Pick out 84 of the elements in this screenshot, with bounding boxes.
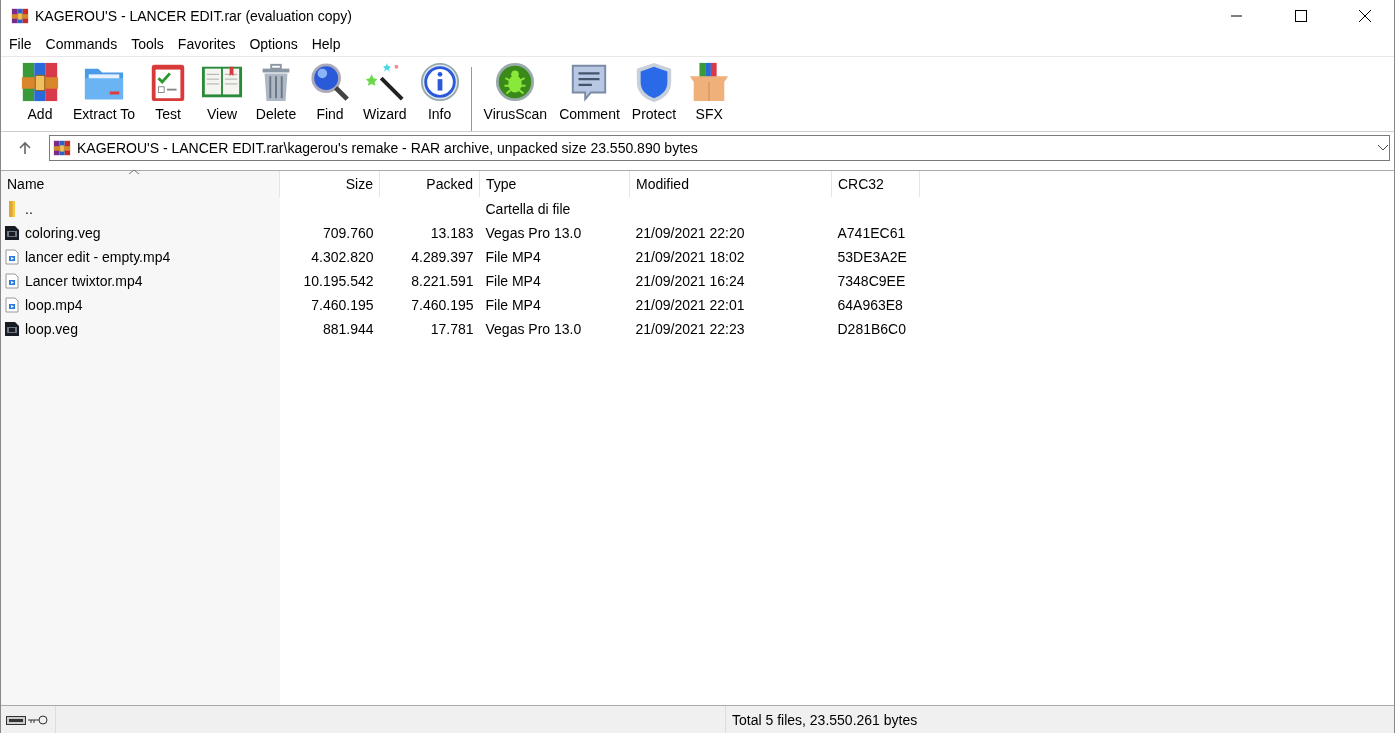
toolbar-button[interactable]: Wizard <box>357 61 413 122</box>
file-row[interactable]: Lancer twixtor.mp4 10.195.542 8.221.591 File MP4 21/09/2021 16:24 7348C9EE <box>1 269 920 293</box>
table-cell: Vegas Pro 13.0 <box>485 321 582 337</box>
table-cell: File MP4 <box>485 297 541 313</box>
column-header[interactable]: Name <box>1 171 280 197</box>
toolbar-button[interactable]: Extract To <box>67 61 141 122</box>
column-header[interactable]: Packed <box>379 171 480 197</box>
table-cell: 64A963E8 <box>837 297 903 313</box>
info-icon <box>418 61 461 103</box>
menu-item[interactable]: Favorites <box>170 36 243 52</box>
menu-item[interactable]: File <box>2 36 39 52</box>
table-cell: 13.183 <box>430 225 474 241</box>
table-cell: 4.289.397 <box>411 249 474 265</box>
film-file-icon <box>4 321 20 337</box>
box-books-icon <box>688 61 731 103</box>
maximize-icon <box>1295 10 1307 22</box>
table-cell: 7.460.195 <box>411 297 474 313</box>
toolbar-button[interactable]: Comment <box>553 61 626 122</box>
key-icon <box>28 713 48 726</box>
bug-icon <box>494 61 537 103</box>
table-cell: 21/09/2021 18:02 <box>635 249 745 265</box>
toolbar-button[interactable]: Info <box>412 61 467 122</box>
magnifier-icon <box>309 61 351 103</box>
table-cell: 21/09/2021 22:20 <box>635 225 745 241</box>
file-name: coloring.veg <box>25 225 101 241</box>
file-name: loop.mp4 <box>25 297 83 313</box>
table-cell: 10.195.542 <box>303 273 374 289</box>
table-cell: 21/09/2021 22:01 <box>635 297 745 313</box>
file-name: loop.veg <box>25 321 78 337</box>
close-icon <box>1359 10 1371 22</box>
file-name: Lancer twixtor.mp4 <box>25 273 143 289</box>
table-cell: Cartella di file <box>485 201 571 217</box>
status-text: Total 5 files, 23.550.261 bytes <box>725 706 918 733</box>
table-cell: 709.760 <box>322 225 374 241</box>
toolbar-button[interactable]: Delete <box>249 61 303 122</box>
table-cell: File MP4 <box>485 273 541 289</box>
table-cell: D281B6C0 <box>837 321 906 337</box>
video-file-icon <box>4 249 20 265</box>
table-cell: File MP4 <box>485 249 541 265</box>
table-cell: 21/09/2021 16:24 <box>635 273 745 289</box>
dropdown-caret-icon <box>1377 144 1389 152</box>
table-cell: 7.460.195 <box>311 297 374 313</box>
video-file-icon <box>4 297 20 313</box>
film-file-icon <box>4 225 20 241</box>
archive-books-icon <box>19 61 61 103</box>
column-header[interactable]: Type <box>479 171 630 197</box>
menu-item[interactable]: Help <box>304 36 348 52</box>
file-row[interactable]: lancer edit - empty.mp4 4.302.820 4.289.397 File MP4 21/09/2021 18:02 53DE3A2E <box>1 245 920 269</box>
table-cell: 4.302.820 <box>311 249 374 265</box>
toolbar-button[interactable]: Protect <box>625 61 683 122</box>
file-row[interactable]: loop.veg 881.944 17.781 Vegas Pro 13.0 21/09/2021 22:23 D281B6C0 <box>1 317 920 341</box>
table-cell: A741EC61 <box>837 225 906 241</box>
table-cell: Vegas Pro 13.0 <box>485 225 582 241</box>
window-title: KAGEROU'S - LANCER EDIT.rar (evaluation copy) <box>35 8 353 24</box>
column-header[interactable]: Modified <box>629 171 832 197</box>
table-cell: 21/09/2021 22:23 <box>635 321 745 337</box>
toolbar-button[interactable]: VirusScan <box>477 61 554 122</box>
file-name: .. <box>25 201 33 217</box>
toolbar-button[interactable]: View <box>195 61 249 122</box>
menu-item[interactable]: Tools <box>124 36 171 52</box>
column-header[interactable]: CRC32 <box>831 171 920 197</box>
table-cell: 7348C9EE <box>837 273 906 289</box>
menu-item[interactable]: Commands <box>38 36 125 52</box>
toolbar-button[interactable]: Add <box>13 61 67 122</box>
archive-icon <box>11 7 29 25</box>
archive-icon <box>53 139 71 157</box>
table-cell: 53DE3A2E <box>837 249 907 265</box>
file-row[interactable]: coloring.veg 709.760 13.183 Vegas Pro 13.0 21/09/2021 22:20 A741EC61 <box>1 221 920 245</box>
menu-item[interactable]: Options <box>242 36 305 52</box>
toolbar-button[interactable]: Test <box>141 61 195 122</box>
table-cell: 8.221.591 <box>411 273 474 289</box>
sort-caret-icon <box>129 169 139 175</box>
file-row[interactable]: loop.mp4 7.460.195 7.460.195 File MP4 21/09/2021 22:01 64A963E8 <box>1 293 920 317</box>
up-arrow-icon[interactable] <box>18 141 32 155</box>
file-name: lancer edit - empty.mp4 <box>25 249 171 265</box>
file-row[interactable]: .. Cartella di file <box>1 197 920 221</box>
magic-wand-icon <box>363 61 406 103</box>
toolbar-button[interactable]: SFX <box>682 61 737 122</box>
table-cell: 881.944 <box>322 321 374 337</box>
toolbar-button[interactable]: Find <box>303 61 357 122</box>
video-file-icon <box>4 273 20 289</box>
column-header[interactable]: Size <box>279 171 380 197</box>
path-field[interactable]: KAGEROU'S - LANCER EDIT.rar\kagerou's remake - RAR archive, unpacked size 23.550.890 bytes <box>49 135 1390 161</box>
table-cell: 17.781 <box>430 321 474 337</box>
